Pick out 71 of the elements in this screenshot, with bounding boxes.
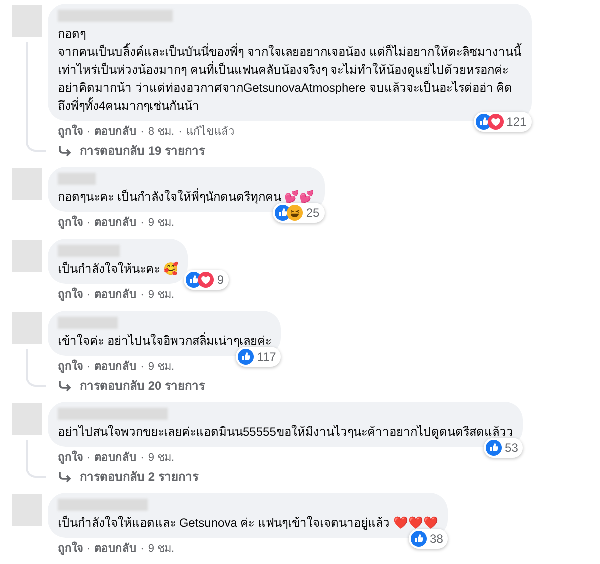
timestamp[interactable]: 9 ชม.: [148, 359, 175, 376]
avatar[interactable]: [12, 240, 42, 272]
reaction-badge[interactable]: 25: [273, 203, 325, 223]
comment-text: เป็นกำลังใจให้นะคะ 🥰: [58, 260, 178, 278]
blurred-name: [58, 173, 96, 185]
comment-text: เป็นกำลังใจให้แอดและ Getsunova ค่ะ แฟนๆเข้าใจเจตนาอยู่แล้ว ❤❤❤: [58, 514, 438, 532]
reaction-badge[interactable]: 53: [484, 438, 524, 458]
comment-text: เข้าใจค่ะ อย่าไปนใจอิพวกสลิ่มเน่าๆเลยค่ะ: [58, 332, 272, 350]
reaction-count: 25: [306, 205, 320, 222]
reply-link[interactable]: ตอบกลับ: [94, 124, 137, 141]
comment-text: อย่าไปสนใจพวกขยะเลยค่ะแอดมินน55555ขอให้มีงานไวๆนะค้าาอยากไปดูดนตรีสดแล้วว: [58, 424, 514, 441]
timestamp[interactable]: 9 ชม.: [148, 287, 175, 304]
like-link[interactable]: ถูกใจ: [58, 450, 83, 467]
view-replies-link[interactable]: การตอบกลับ 20 รายการ: [48, 376, 282, 395]
comment-text: กอดๆนะคะ เป็นกำลังใจให้พี่ๆนักดนตรีทุกคน 💕💕: [58, 188, 315, 206]
reply-link[interactable]: ตอบกลับ: [94, 287, 137, 304]
reaction-badge[interactable]: 9: [184, 270, 230, 290]
blurred-name: [58, 317, 118, 329]
blurred-name: [58, 245, 120, 257]
avatar[interactable]: [12, 168, 42, 200]
like-link[interactable]: ถูกใจ: [58, 287, 83, 304]
reply-arrow-icon: [58, 471, 72, 483]
avatar[interactable]: [12, 312, 42, 344]
separator-dot: ·: [86, 288, 92, 304]
view-replies-link[interactable]: การตอบกลับ 2 รายการ: [48, 467, 524, 486]
comment-text: กอดๆ จากคนเป็นบลิ้งค์และเป็นบันนี่ของพี่ๆ จากใจเลยอยากเจอน้อง แต่ก็ไม่อยากให้ตะลิซมางานนี้ เท่าไหร่เป็นห่วงน้องมากๆ คนที่เป็นแฟนคลับน้องจริงๆ จะไม่ทำให้น้องดูแย่ไปด้วยหรอกค่ะ อย่าคิดมากน้า ว่าแต่ท่องอวกาศจากGetsunovaAtmosphere จบแล้วจะเป็นอะไรต่ออ่า คิด ถึงพี่ๆทั้ง4คนมากๆเช่นกันน้า: [58, 26, 522, 115]
separator-dot: ·: [86, 542, 92, 558]
reaction-count: 38: [430, 531, 444, 548]
avatar[interactable]: [12, 494, 42, 526]
edited-label: แก้ไขแล้ว: [186, 124, 234, 140]
timestamp[interactable]: 8 ชม.: [148, 124, 175, 141]
thread-line: [26, 349, 46, 387]
separator-dot: ·: [140, 360, 146, 376]
reaction-count: 53: [505, 440, 518, 457]
separator-dot: ·: [86, 216, 92, 232]
laughing-face-icon: [287, 205, 304, 221]
thumbs-up-icon: [411, 531, 428, 547]
separator-dot: ·: [86, 360, 92, 376]
thread-line: [26, 440, 46, 478]
separator-dot: ·: [86, 451, 92, 466]
reply-arrow-icon: [58, 145, 72, 157]
timestamp[interactable]: 9 ชม.: [148, 450, 175, 467]
separator-dot: ·: [178, 125, 184, 140]
reply-arrow-icon: [58, 380, 72, 392]
timestamp[interactable]: 9 ชม.: [148, 541, 175, 558]
thumbs-up-icon: [238, 349, 254, 365]
reply-link[interactable]: ตอบกลับ: [94, 215, 137, 232]
avatar[interactable]: [12, 403, 42, 435]
separator-dot: ·: [140, 542, 146, 558]
timestamp[interactable]: 9 ชม.: [148, 215, 175, 232]
avatar[interactable]: [12, 5, 42, 37]
separator-dot: ·: [86, 125, 92, 140]
separator-dot: ·: [140, 451, 146, 466]
reaction-count: 117: [257, 349, 276, 366]
like-link[interactable]: ถูกใจ: [58, 359, 83, 376]
separator-dot: ·: [140, 216, 146, 232]
reply-link[interactable]: ตอบกลับ: [94, 541, 137, 558]
like-link[interactable]: ถูกใจ: [58, 124, 83, 141]
view-replies-link[interactable]: การตอบกลับ 19 รายการ: [48, 141, 532, 160]
separator-dot: ·: [140, 125, 146, 140]
separator-dot: ·: [140, 288, 146, 304]
reply-link[interactable]: ตอบกลับ: [94, 450, 137, 467]
like-link[interactable]: ถูกใจ: [58, 215, 83, 232]
reaction-count: 121: [506, 114, 527, 131]
reaction-count: 9: [217, 272, 224, 289]
like-link[interactable]: ถูกใจ: [58, 541, 83, 558]
reaction-badge[interactable]: 117: [236, 347, 282, 367]
reply-link[interactable]: ตอบกลับ: [94, 359, 137, 376]
thumbs-up-icon: [486, 440, 502, 456]
reaction-badge[interactable]: 121: [474, 112, 532, 132]
reaction-badge[interactable]: 38: [409, 529, 448, 549]
